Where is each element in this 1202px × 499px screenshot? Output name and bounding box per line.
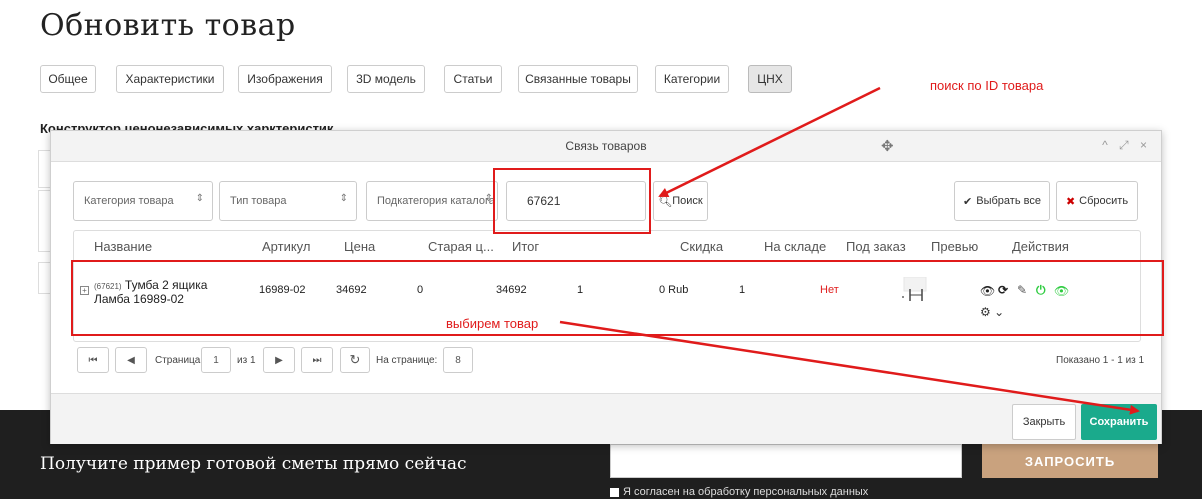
annotation-arrows: [559, 86, 1140, 415]
arrow-to-search: [658, 86, 881, 198]
arrow-to-save: [559, 320, 1140, 415]
